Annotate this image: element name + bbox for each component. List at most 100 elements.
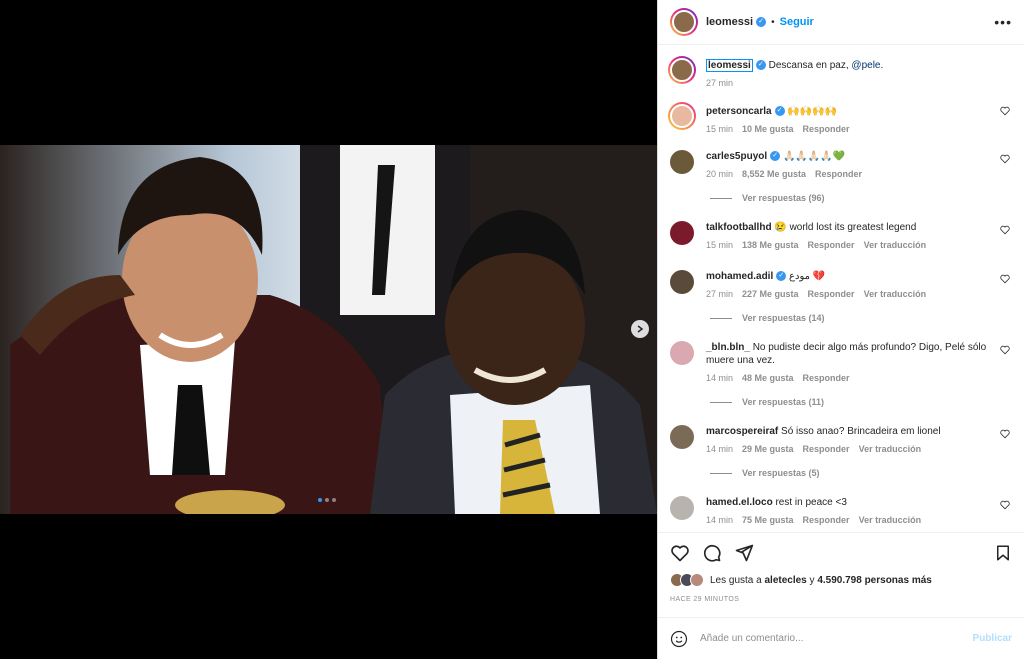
author-username[interactable]: leomessi	[706, 16, 753, 28]
more-icon[interactable]: •••	[994, 14, 1012, 30]
author-avatar[interactable]	[670, 8, 698, 36]
comment-input[interactable]	[700, 633, 973, 644]
comment-item: talkfootballhd 😢 world lost its greatest…	[670, 221, 1012, 250]
commenter-username[interactable]: hamed.el.loco	[706, 497, 773, 508]
view-replies-button[interactable]: Ver respuestas (96)	[710, 193, 1012, 203]
comment-icon[interactable]	[702, 543, 722, 563]
caption-text: Descansa en paz,	[768, 60, 852, 71]
verified-icon: ✓	[756, 17, 767, 27]
comment-text: rest in peace <3	[775, 497, 847, 508]
comment-item: carles5puyol ✓ 🙏🏻🙏🏻🙏🏻🙏🏻💚 20 min 8,552 Me g…	[670, 150, 1012, 179]
comment-text: مودع 💔	[789, 271, 826, 282]
commenter-username[interactable]: petersoncarla	[706, 106, 772, 117]
comment-likes[interactable]: 29 Me gusta	[742, 444, 794, 454]
comment-item: marcospereiraf Só isso anao? Brincadeira…	[670, 425, 1012, 454]
heart-icon[interactable]	[1000, 106, 1010, 116]
translate-button[interactable]: Ver traducción	[859, 444, 922, 454]
commenter-avatar[interactable]	[668, 102, 696, 130]
likes-summary[interactable]: Les gusta a aletecles y 4.590.798 person…	[670, 573, 1012, 587]
commenter-username[interactable]: talkfootballhd	[706, 222, 772, 233]
heart-icon[interactable]	[1000, 429, 1010, 439]
comment-text: 🙏🏻🙏🏻🙏🏻🙏🏻💚	[782, 151, 846, 162]
likes-count[interactable]: 4.590.798 personas más	[817, 575, 932, 586]
comment-likes[interactable]: 227 Me gusta	[742, 289, 799, 299]
chevron-right-icon	[637, 325, 644, 333]
likes-prefix: Les gusta a	[710, 574, 765, 586]
commenter-username[interactable]: carles5puyol	[706, 151, 767, 162]
view-replies-label: Ver respuestas (96)	[742, 193, 825, 203]
carousel-dot	[332, 498, 336, 502]
view-replies-button[interactable]: Ver respuestas (5)	[710, 468, 1012, 478]
commenter-avatar[interactable]	[670, 496, 694, 520]
carousel-dot	[325, 498, 329, 502]
comment-likes[interactable]: 10 Me gusta	[742, 124, 794, 134]
commenter-avatar[interactable]	[670, 150, 694, 174]
share-icon[interactable]	[734, 543, 754, 563]
verified-icon: ✓	[755, 60, 766, 71]
publish-button[interactable]: Publicar	[973, 633, 1012, 644]
likes-middle: y	[806, 574, 818, 586]
commenter-avatar[interactable]	[670, 221, 694, 245]
view-replies-button[interactable]: Ver respuestas (11)	[710, 397, 1012, 407]
translate-button[interactable]: Ver traducción	[864, 289, 927, 299]
liker-username[interactable]: aletecles	[764, 575, 806, 586]
caption-mention[interactable]: @pele.	[851, 60, 883, 71]
comment-likes[interactable]: 48 Me gusta	[742, 373, 794, 383]
reply-button[interactable]: Responder	[803, 124, 850, 134]
heart-icon[interactable]	[1000, 500, 1010, 510]
reply-button[interactable]: Responder	[808, 289, 855, 299]
view-replies-label: Ver respuestas (5)	[742, 468, 820, 478]
comment-likes[interactable]: 75 Me gusta	[742, 515, 794, 525]
add-comment-bar: Publicar	[658, 617, 1024, 659]
like-icon[interactable]	[670, 543, 690, 563]
post-header: leomessi ✓ • Seguir •••	[658, 0, 1024, 45]
commenter-avatar[interactable]	[670, 425, 694, 449]
verified-icon: ✓	[774, 106, 785, 117]
comment-item: petersoncarla ✓ 🙌🙌🙌🙌 15 min 10 Me gusta Res…	[668, 102, 1012, 134]
follow-button[interactable]: Seguir	[780, 16, 814, 28]
post-actions: Les gusta a aletecles y 4.590.798 person…	[658, 532, 1024, 622]
comment-text: Só isso anao? Brincadeira em lionel	[781, 426, 941, 437]
heart-icon[interactable]	[1000, 225, 1010, 235]
heart-icon[interactable]	[1000, 274, 1010, 284]
caption-avatar[interactable]	[668, 56, 696, 84]
comment-likes[interactable]: 8,552 Me gusta	[742, 169, 806, 179]
comment-item: hamed.el.loco rest in peace <3 14 min 75 …	[670, 496, 1012, 525]
reply-button[interactable]: Responder	[815, 169, 862, 179]
comment-likes[interactable]: 138 Me gusta	[742, 240, 799, 250]
comments-list[interactable]: leomessi ✓ Descansa en paz, @pele. 27 min…	[658, 46, 1024, 532]
comment-time: 15 min	[706, 240, 734, 250]
comment-item: _bln.bln_ No pudiste decir algo más prof…	[670, 341, 1012, 383]
post-time: HACE 29 MINUTOS	[670, 596, 740, 603]
reply-button[interactable]: Responder	[803, 373, 850, 383]
view-replies-button[interactable]: Ver respuestas (14)	[710, 313, 1012, 323]
post-photo[interactable]	[0, 145, 657, 514]
commenter-username[interactable]: _bln.bln_	[706, 342, 750, 353]
commenter-avatar[interactable]	[670, 270, 694, 294]
reply-button[interactable]: Responder	[808, 240, 855, 250]
verified-icon: ✓	[770, 151, 781, 162]
commenter-username[interactable]: mohamed.adil	[706, 271, 773, 282]
commenter-username[interactable]: marcospereiraf	[706, 426, 778, 437]
comment-time: 15 min	[706, 124, 734, 134]
caption: leomessi ✓ Descansa en paz, @pele. 27 min	[668, 56, 1012, 88]
comment-time: 20 min	[706, 169, 734, 179]
heart-icon[interactable]	[1000, 345, 1010, 355]
translate-button[interactable]: Ver traducción	[859, 515, 922, 525]
reply-button[interactable]: Responder	[803, 515, 850, 525]
comment-item: mohamed.adil ✓ مودع 💔 27 min 227 Me gusta R…	[670, 270, 1012, 299]
comment-text: 😢 world lost its greatest legend	[774, 222, 917, 233]
emoji-icon[interactable]	[670, 630, 688, 648]
translate-button[interactable]: Ver traducción	[864, 240, 927, 250]
heart-icon[interactable]	[1000, 154, 1010, 164]
liker-avatar	[690, 573, 704, 587]
verified-icon: ✓	[776, 271, 787, 282]
media-panel	[0, 0, 657, 659]
caption-username[interactable]: leomessi	[706, 59, 753, 72]
next-image-button[interactable]	[631, 320, 649, 338]
reply-button[interactable]: Responder	[803, 444, 850, 454]
commenter-avatar[interactable]	[670, 341, 694, 365]
carousel-dot	[318, 498, 322, 502]
caption-time: 27 min	[706, 78, 734, 88]
bookmark-icon[interactable]	[994, 544, 1012, 562]
